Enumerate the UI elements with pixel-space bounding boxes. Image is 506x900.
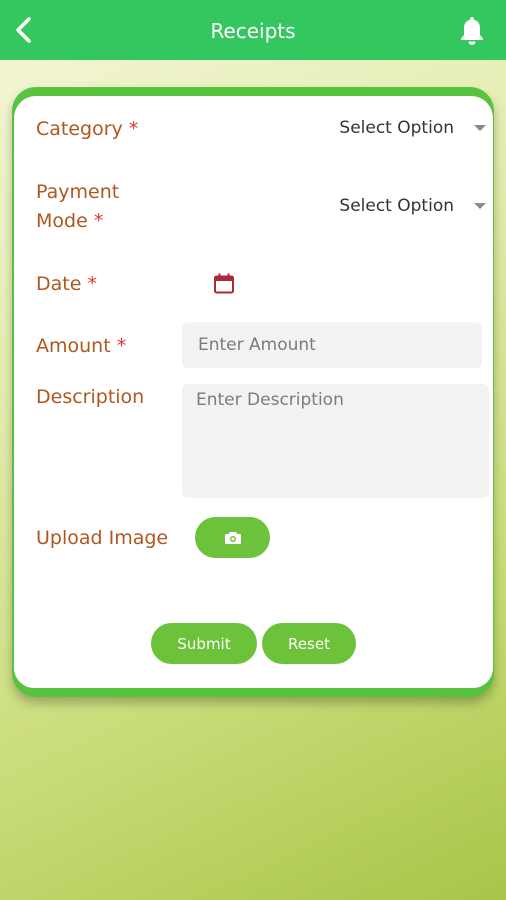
required-mark: *: [87, 273, 97, 295]
amount-label: Amount *: [36, 335, 127, 357]
app-header: Receipts: [0, 0, 506, 60]
required-mark: *: [128, 118, 139, 140]
category-label: Category *: [36, 118, 139, 140]
amount-input[interactable]: [182, 322, 482, 368]
required-mark: *: [116, 335, 127, 357]
description-label: Description: [36, 386, 145, 408]
camera-icon: [224, 531, 241, 544]
dropdown-caret-icon: [474, 125, 486, 131]
upload-image-button[interactable]: [195, 517, 270, 558]
date-picker-button[interactable]: [212, 272, 238, 296]
dropdown-caret-icon: [474, 203, 486, 209]
upload-image-label: Upload Image: [36, 527, 169, 549]
date-label: Date *: [36, 273, 97, 295]
required-mark: *: [93, 210, 104, 232]
description-input[interactable]: [182, 384, 489, 498]
notifications-button[interactable]: [454, 12, 490, 48]
calendar-icon: [214, 273, 234, 294]
reset-button[interactable]: Reset: [262, 623, 356, 664]
page-title: Receipts: [210, 19, 296, 43]
payment-mode-select[interactable]: Select Option: [286, 190, 486, 222]
submit-button[interactable]: Submit: [151, 623, 257, 664]
category-select[interactable]: Select Option: [286, 112, 486, 144]
category-select-value: Select Option: [339, 118, 454, 138]
bell-icon: [461, 17, 483, 45]
payment-mode-select-value: Select Option: [339, 196, 454, 216]
payment-mode-label: Payment Mode *: [36, 181, 120, 232]
